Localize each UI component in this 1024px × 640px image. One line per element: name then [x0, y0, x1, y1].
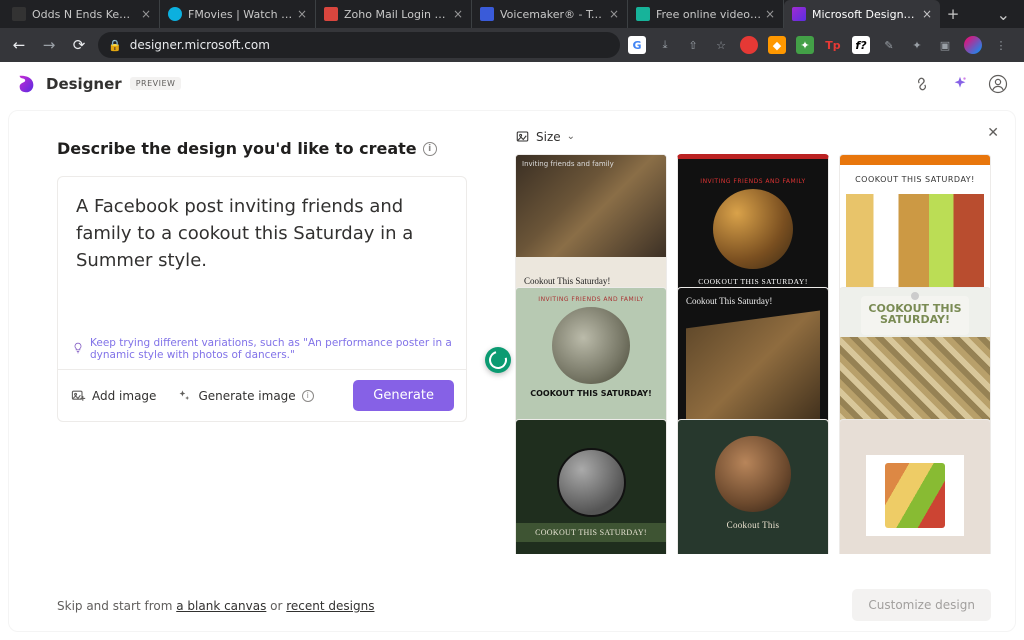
image-plus-icon: [70, 388, 86, 404]
results-grid[interactable]: Inviting friends and family Cookout This…: [515, 154, 999, 554]
hint-text: Keep trying different variations, such a…: [90, 337, 452, 361]
google-ext-icon[interactable]: G: [628, 36, 646, 54]
prompt-heading: Describe the design you'd like to create…: [57, 139, 467, 158]
chevron-down-icon[interactable]: ⌄: [997, 5, 1010, 24]
design-card[interactable]: Cookout This Saturday!: [677, 287, 829, 439]
hint-row: Keep trying different variations, such a…: [58, 333, 466, 369]
generate-button[interactable]: Generate: [353, 380, 454, 411]
prompt-textarea[interactable]: A Facebook post inviting friends and fam…: [58, 177, 466, 333]
design-card[interactable]: Cookout This: [677, 419, 829, 554]
back-button[interactable]: ←: [8, 34, 30, 56]
right-column: Size ⌄ Inviting friends and family Cooko…: [507, 111, 1015, 631]
design-card[interactable]: COOKOUT THIS SATURDAY!: [515, 419, 667, 554]
star-icon[interactable]: ☆: [712, 36, 730, 54]
pencil-icon[interactable]: ✎: [880, 36, 898, 54]
design-card[interactable]: [839, 419, 991, 554]
panel: ✕ Describe the design you'd like to crea…: [8, 110, 1016, 632]
profile-avatar[interactable]: [964, 36, 982, 54]
window-controls: ⌄: [987, 5, 1020, 24]
close-icon[interactable]: ×: [765, 7, 775, 21]
design-card[interactable]: Inviting friends and family Cookout This…: [515, 154, 667, 306]
forward-button[interactable]: →: [38, 34, 60, 56]
info-icon[interactable]: i: [423, 142, 437, 156]
close-icon[interactable]: ×: [297, 7, 307, 21]
puzzle-icon[interactable]: ✦: [908, 36, 926, 54]
sparkle-icon[interactable]: [950, 74, 970, 94]
install-icon[interactable]: ⤓: [656, 36, 674, 54]
lightbulb-icon: [72, 342, 84, 357]
share-icon[interactable]: ⇧: [684, 36, 702, 54]
generate-image-button[interactable]: Generate image i: [176, 388, 313, 404]
extensions-row: G ⤓ ⇧ ☆ ◆ ✦ Tp f? ✎ ✦ ▣ ⋮: [628, 36, 1016, 54]
reload-button[interactable]: ⟳: [68, 34, 90, 56]
preview-badge: PREVIEW: [130, 77, 182, 90]
design-card[interactable]: COOKOUT THIS SATURDAY!: [839, 154, 991, 306]
close-icon[interactable]: ×: [141, 7, 151, 21]
tab-odds[interactable]: Odds N Ends Kenya×: [4, 0, 160, 28]
close-icon[interactable]: ×: [453, 7, 463, 21]
skip-row: Skip and start from a blank canvas or re…: [57, 581, 467, 613]
close-icon[interactable]: ×: [922, 7, 932, 21]
address-bar[interactable]: 🔒 designer.microsoft.com: [98, 32, 620, 58]
app-header: Designer PREVIEW: [0, 62, 1024, 106]
tab-designer[interactable]: Microsoft Designer - Stun×: [784, 0, 940, 28]
main-area: ✕ Describe the design you'd like to crea…: [0, 106, 1024, 640]
tab-voicemaker[interactable]: Voicemaker® - Text to Spe×: [472, 0, 628, 28]
new-tab-button[interactable]: +: [940, 5, 966, 23]
tab-zoho[interactable]: Zoho Mail Login - Sign in t×: [316, 0, 472, 28]
app-title: Designer: [46, 75, 122, 93]
ext-orange-icon[interactable]: ◆: [768, 36, 786, 54]
info-icon[interactable]: i: [302, 390, 314, 402]
chevron-down-icon: ⌄: [567, 131, 575, 142]
left-column: Describe the design you'd like to create…: [9, 111, 507, 631]
design-card[interactable]: INVITING FRIENDS AND FAMILY COOKOUT THIS…: [677, 154, 829, 306]
url-text: designer.microsoft.com: [130, 38, 270, 52]
blank-canvas-link[interactable]: a blank canvas: [176, 599, 266, 613]
recent-designs-link[interactable]: recent designs: [286, 599, 374, 613]
account-icon[interactable]: [988, 74, 1008, 94]
design-card[interactable]: COOKOUT THIS SATURDAY!: [839, 287, 991, 439]
design-card[interactable]: INVITING FRIENDS AND FAMILY COOKOUT THIS…: [515, 287, 667, 439]
kebab-icon[interactable]: ⋮: [992, 36, 1010, 54]
link-icon[interactable]: [912, 74, 932, 94]
add-image-button[interactable]: Add image: [70, 388, 156, 404]
tab-templates[interactable]: Free online video template×: [628, 0, 784, 28]
sidepanel-icon[interactable]: ▣: [936, 36, 954, 54]
browser-tabstrip: Odds N Ends Kenya× FMovies | Watch Movie…: [0, 0, 1024, 28]
customize-button: Customize design: [852, 589, 991, 621]
record-ext-icon[interactable]: [740, 36, 758, 54]
ext-green-icon[interactable]: ✦: [796, 36, 814, 54]
size-dropdown[interactable]: Size ⌄: [515, 129, 999, 144]
designer-logo-icon: [16, 73, 38, 95]
ext-f-icon[interactable]: f?: [852, 36, 870, 54]
tab-fmovies[interactable]: FMovies | Watch Movies On×: [160, 0, 316, 28]
browser-toolbar: ← → ⟳ 🔒 designer.microsoft.com G ⤓ ⇧ ☆ ◆…: [0, 28, 1024, 62]
prompt-input-card: A Facebook post inviting friends and fam…: [57, 176, 467, 422]
action-row: Add image Generate image i Generate: [58, 369, 466, 421]
ext-tp-icon[interactable]: Tp: [824, 36, 842, 54]
close-icon[interactable]: ×: [609, 7, 619, 21]
sparkles-icon: [176, 388, 192, 404]
image-icon: [515, 129, 530, 144]
lock-icon: 🔒: [108, 39, 122, 52]
